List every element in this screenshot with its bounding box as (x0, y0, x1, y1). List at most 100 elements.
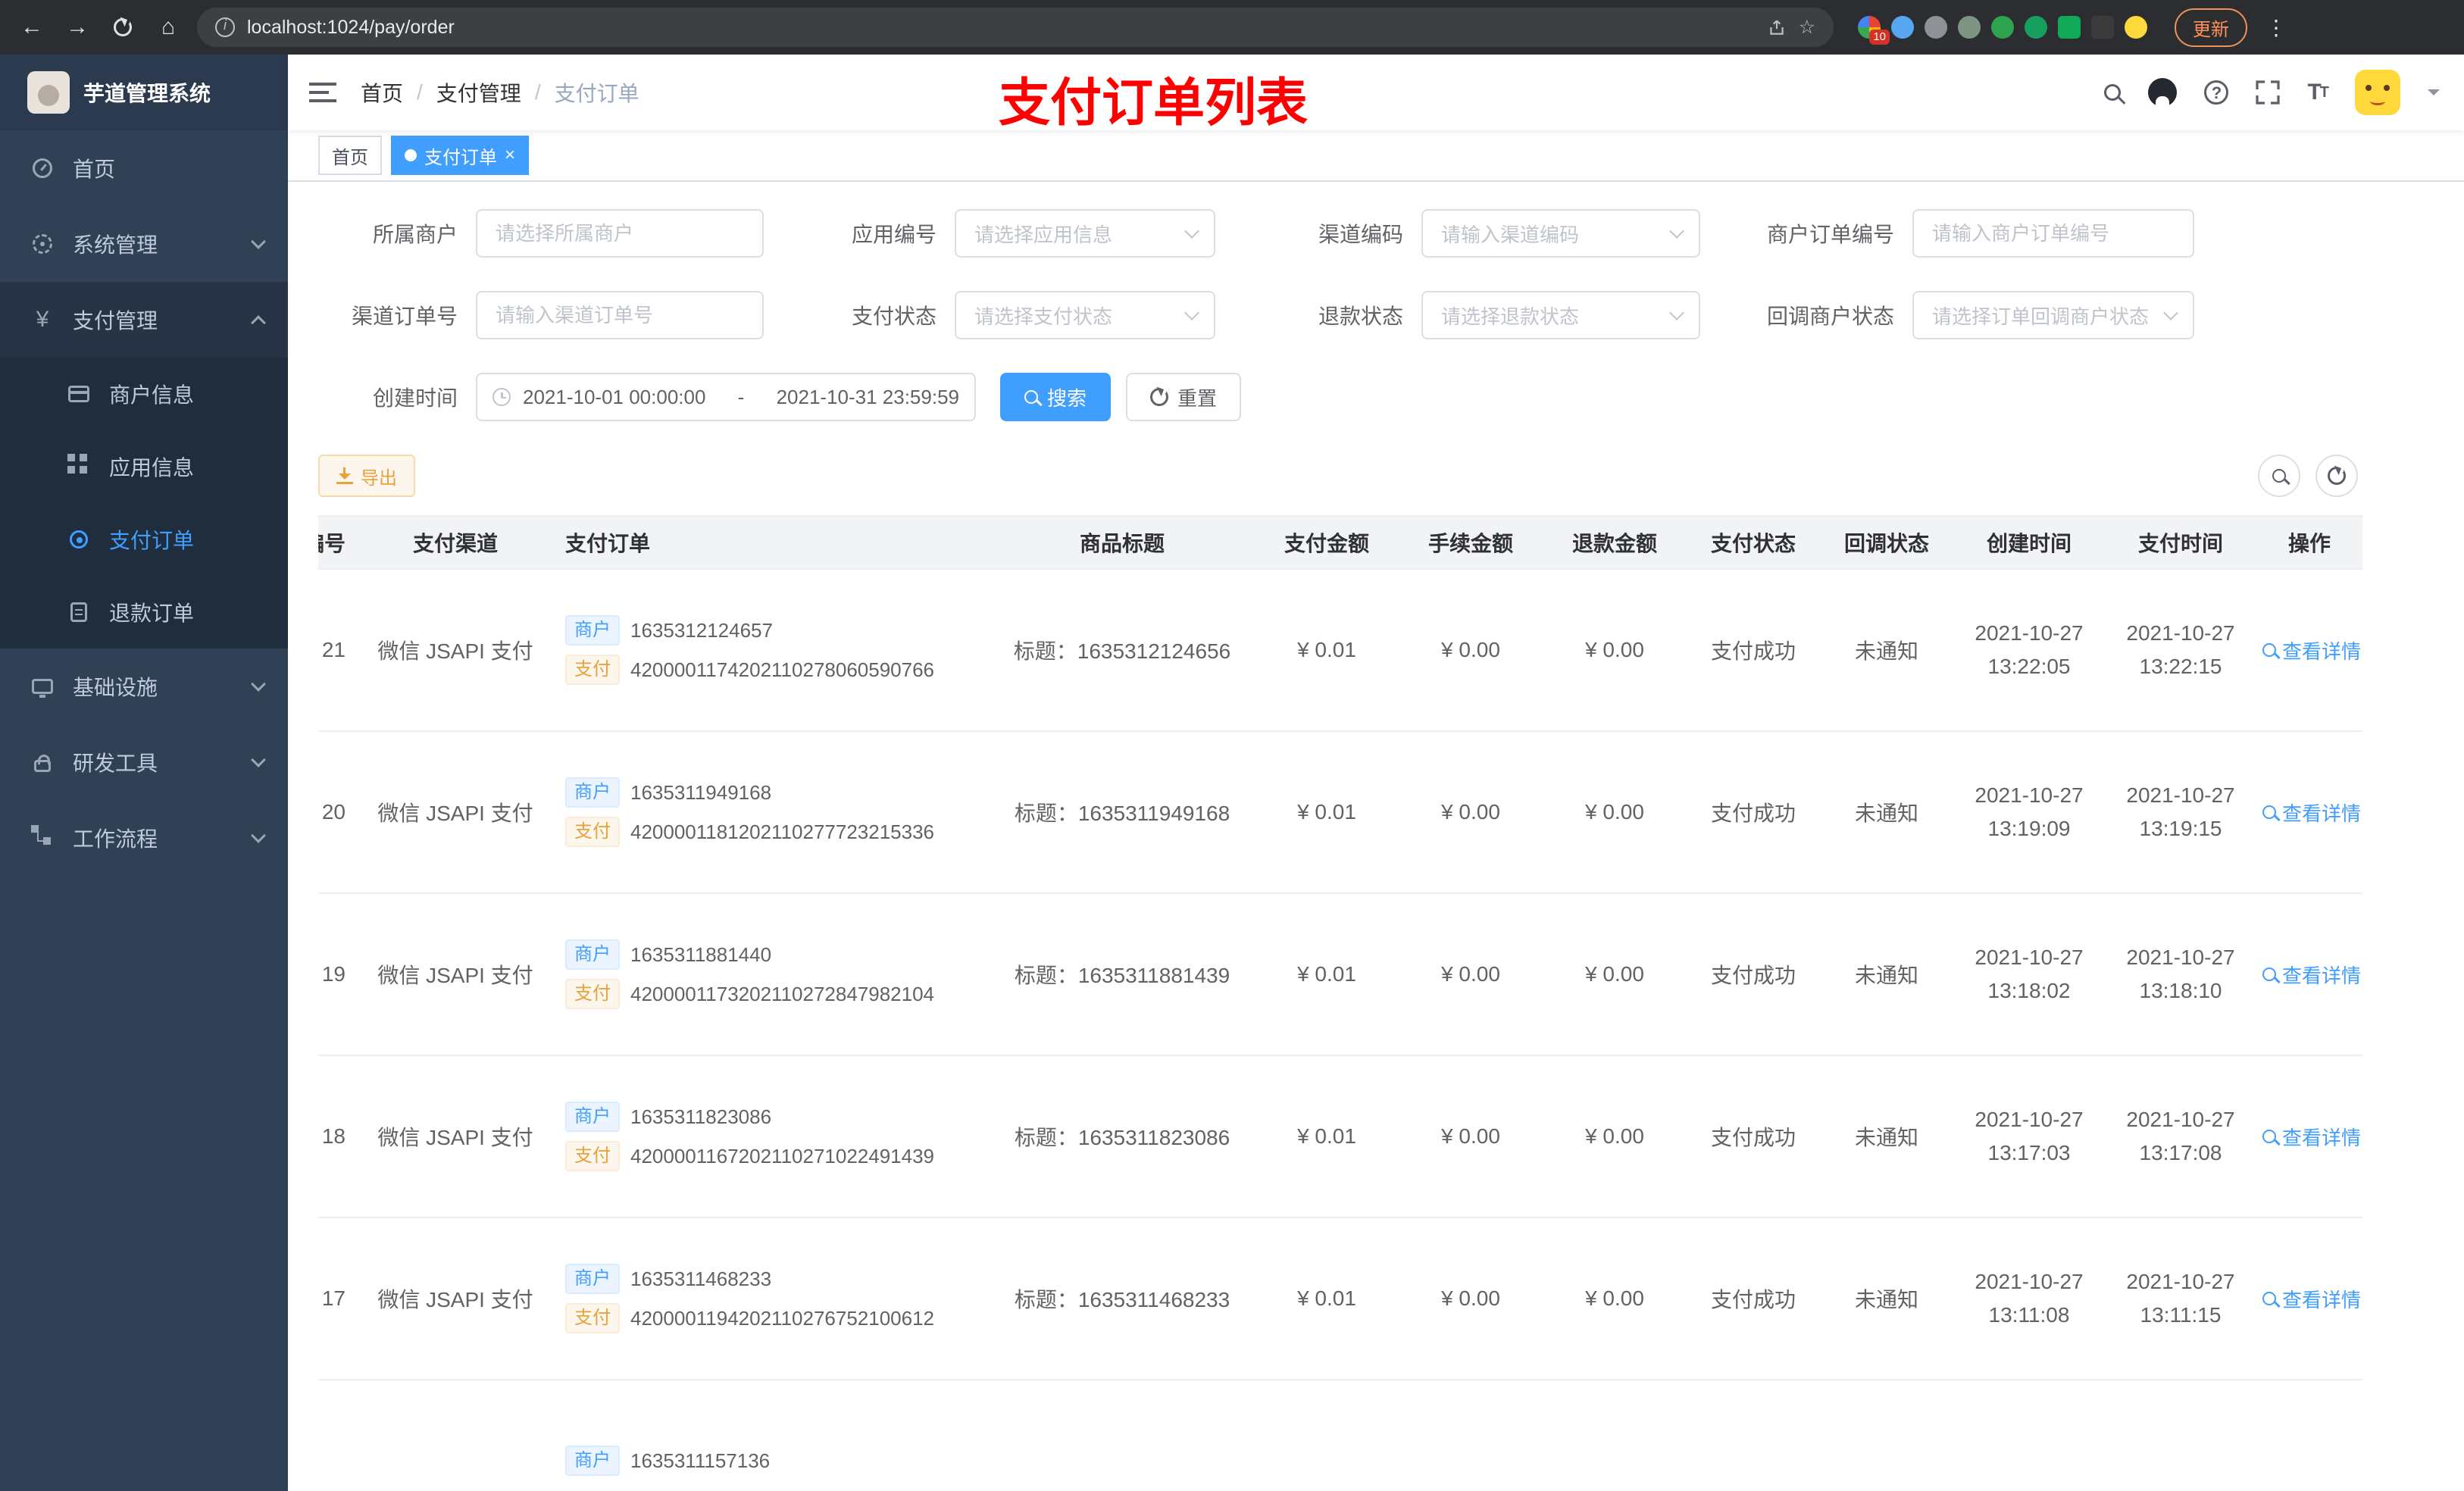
refresh-icon[interactable] (106, 11, 139, 44)
font-size-icon[interactable]: TT (2307, 80, 2329, 105)
filter-label: 应用编号 (851, 223, 937, 246)
cell-channel: 微信 JSAPI 支付 (377, 639, 533, 663)
cell-amount: ¥ 0.01 (1297, 962, 1356, 986)
sidebar-item-dev-tools[interactable]: 研发工具 (0, 724, 288, 800)
url-text[interactable]: localhost:1024/pay/order (247, 17, 1755, 39)
pay-status-select[interactable]: 请选择支付状态 (955, 291, 1215, 339)
view-detail-link[interactable]: 查看详情 (2262, 1285, 2361, 1313)
refresh-table-button[interactable] (2315, 455, 2358, 497)
site-info-icon[interactable] (215, 17, 235, 37)
view-detail-link[interactable]: 查看详情 (2262, 961, 2361, 989)
share-icon[interactable] (1767, 17, 1787, 37)
search-icon[interactable] (2104, 84, 2122, 101)
merchant-select-input[interactable] (476, 209, 764, 258)
table-row: 21 微信 JSAPI 支付 商户 1635312124657 支付 4200001… (318, 570, 2362, 732)
browser-menu-icon[interactable]: ⋮ (2265, 15, 2287, 40)
extensions-area: 10 (1858, 16, 2147, 45)
sidebar-logo[interactable]: 芋道管理系统 (0, 55, 288, 130)
chevron-down-icon (251, 677, 266, 692)
hamburger-icon[interactable] (309, 83, 336, 102)
merchant-tag: 商户 (565, 939, 620, 970)
refund-status-select[interactable]: 请选择退款状态 (1421, 291, 1700, 339)
reset-button[interactable]: 重置 (1126, 373, 1242, 421)
close-icon[interactable]: × (505, 146, 515, 164)
extension-icon[interactable] (2058, 16, 2081, 39)
github-icon[interactable] (2148, 78, 2178, 107)
chevron-down-icon (251, 234, 266, 249)
chevron-down-icon (1669, 223, 1684, 239)
sidebar-item-system[interactable]: 系统管理 (0, 206, 288, 282)
help-icon[interactable] (2204, 80, 2229, 105)
cell-status: 支付成功 (1710, 1288, 1796, 1311)
toggle-search-button[interactable] (2258, 455, 2300, 497)
avatar-caret-icon[interactable] (2428, 89, 2440, 102)
tab-home[interactable]: 首页 (318, 136, 382, 175)
breadcrumb-home[interactable]: 首页 (361, 77, 403, 108)
pay-tag: 支付 (565, 1303, 620, 1333)
cell-paid: 2021-10-27 13:17:08 (2126, 1108, 2235, 1164)
home-icon[interactable]: ⌂ (152, 11, 185, 44)
notify-status-select[interactable]: 请选择订单回调商户状态 (1912, 291, 2194, 339)
channel-order-no-input[interactable] (476, 291, 764, 339)
cell-amount: ¥ 0.01 (1297, 638, 1356, 661)
sidebar-item-merchant-info[interactable]: 商户信息 (0, 358, 288, 430)
gear-icon (30, 234, 55, 254)
extension-icon[interactable] (2091, 16, 2114, 39)
merchant-tag: 商户 (565, 777, 620, 808)
view-detail-link[interactable]: 查看详情 (2262, 1123, 2361, 1151)
address-bar[interactable]: localhost:1024/pay/order ☆ (197, 8, 1834, 47)
cell-fee: ¥ 0.00 (1441, 962, 1500, 986)
merchant-tag: 商户 (565, 1102, 620, 1132)
cell-action: 查看详情 (2256, 786, 2362, 839)
bookmark-star-icon[interactable]: ☆ (1799, 16, 1815, 39)
cell-paid: 2021-10-27 13:22:15 (2126, 621, 2235, 678)
create-time-range-picker[interactable]: 2021-10-01 00:00:00 - 2021-10-31 23:59:5… (476, 373, 976, 421)
profile-avatar-icon[interactable] (2125, 16, 2147, 39)
sidebar-item-refund-order[interactable]: 退款订单 (0, 576, 288, 649)
cell-amount: ¥ 0.01 (1297, 1124, 1356, 1148)
forward-icon[interactable]: → (61, 11, 94, 44)
filter-label: 退款状态 (1318, 305, 1403, 328)
sidebar-item-pay-order[interactable]: 支付订单 (0, 503, 288, 576)
cell-fee: ¥ 0.00 (1441, 1124, 1500, 1148)
cell-status: 支付成功 (1710, 802, 1796, 825)
chevron-up-icon (251, 315, 266, 330)
breadcrumb: 首页 / 支付管理 / 支付订单 (361, 77, 639, 108)
search-icon (2262, 643, 2276, 657)
filter-label: 所属商户 (372, 223, 458, 246)
view-detail-link[interactable]: 查看详情 (2262, 636, 2361, 664)
sidebar-item-workflow[interactable]: 工作流程 (0, 800, 288, 876)
cell-notify: 未通知 (1854, 1126, 1918, 1149)
browser-update-button[interactable]: 更新 (2175, 8, 2247, 47)
extension-icon[interactable]: 10 (1858, 16, 1890, 45)
table-row: 19 微信 JSAPI 支付 商户 1635311881440 支付 4200001… (318, 894, 2362, 1056)
cell-created: 2021-10-27 13:19:09 (1975, 783, 2084, 840)
cell-fee: ¥ 0.00 (1441, 1286, 1500, 1310)
extension-icon[interactable] (1925, 16, 1947, 39)
sidebar-item-infrastructure[interactable]: 基础设施 (0, 649, 288, 724)
extension-icon[interactable] (1958, 16, 1981, 39)
cell-pay-order: 商户 1635311949168 支付 4200001181202110277723… (550, 756, 990, 868)
extension-icon[interactable] (1891, 16, 1914, 39)
cell-pay-order: 商户 1635311468233 支付 4200001194202110276752… (550, 1242, 990, 1355)
channel-code-select[interactable]: 请输入渠道编码 (1421, 209, 1700, 258)
cell-notify: 未通知 (1854, 1288, 1918, 1311)
breadcrumb-payment[interactable]: 支付管理 (436, 77, 521, 108)
search-button[interactable]: 搜索 (1000, 373, 1112, 421)
tab-pay-order[interactable]: 支付订单 × (391, 136, 530, 175)
merchant-order-no-input[interactable] (1912, 209, 2194, 258)
cell-channel (361, 1449, 550, 1473)
user-avatar[interactable] (2355, 70, 2400, 115)
sidebar-item-home[interactable]: 首页 (0, 130, 288, 206)
fullscreen-icon[interactable] (2256, 80, 2281, 105)
extension-icon[interactable] (1991, 16, 2014, 39)
sidebar-item-app-info[interactable]: 应用信息 (0, 430, 288, 503)
date-end-value: 2021-10-31 23:59:59 (776, 385, 959, 408)
app-id-select[interactable]: 请选择应用信息 (955, 209, 1215, 258)
view-detail-link[interactable]: 查看详情 (2262, 799, 2361, 827)
extension-icon[interactable] (2025, 16, 2047, 39)
sidebar-item-payment[interactable]: ¥ 支付管理 (0, 282, 288, 358)
flow-icon (30, 825, 55, 842)
back-icon[interactable]: ← (15, 11, 48, 44)
export-button[interactable]: 导出 (318, 455, 415, 497)
